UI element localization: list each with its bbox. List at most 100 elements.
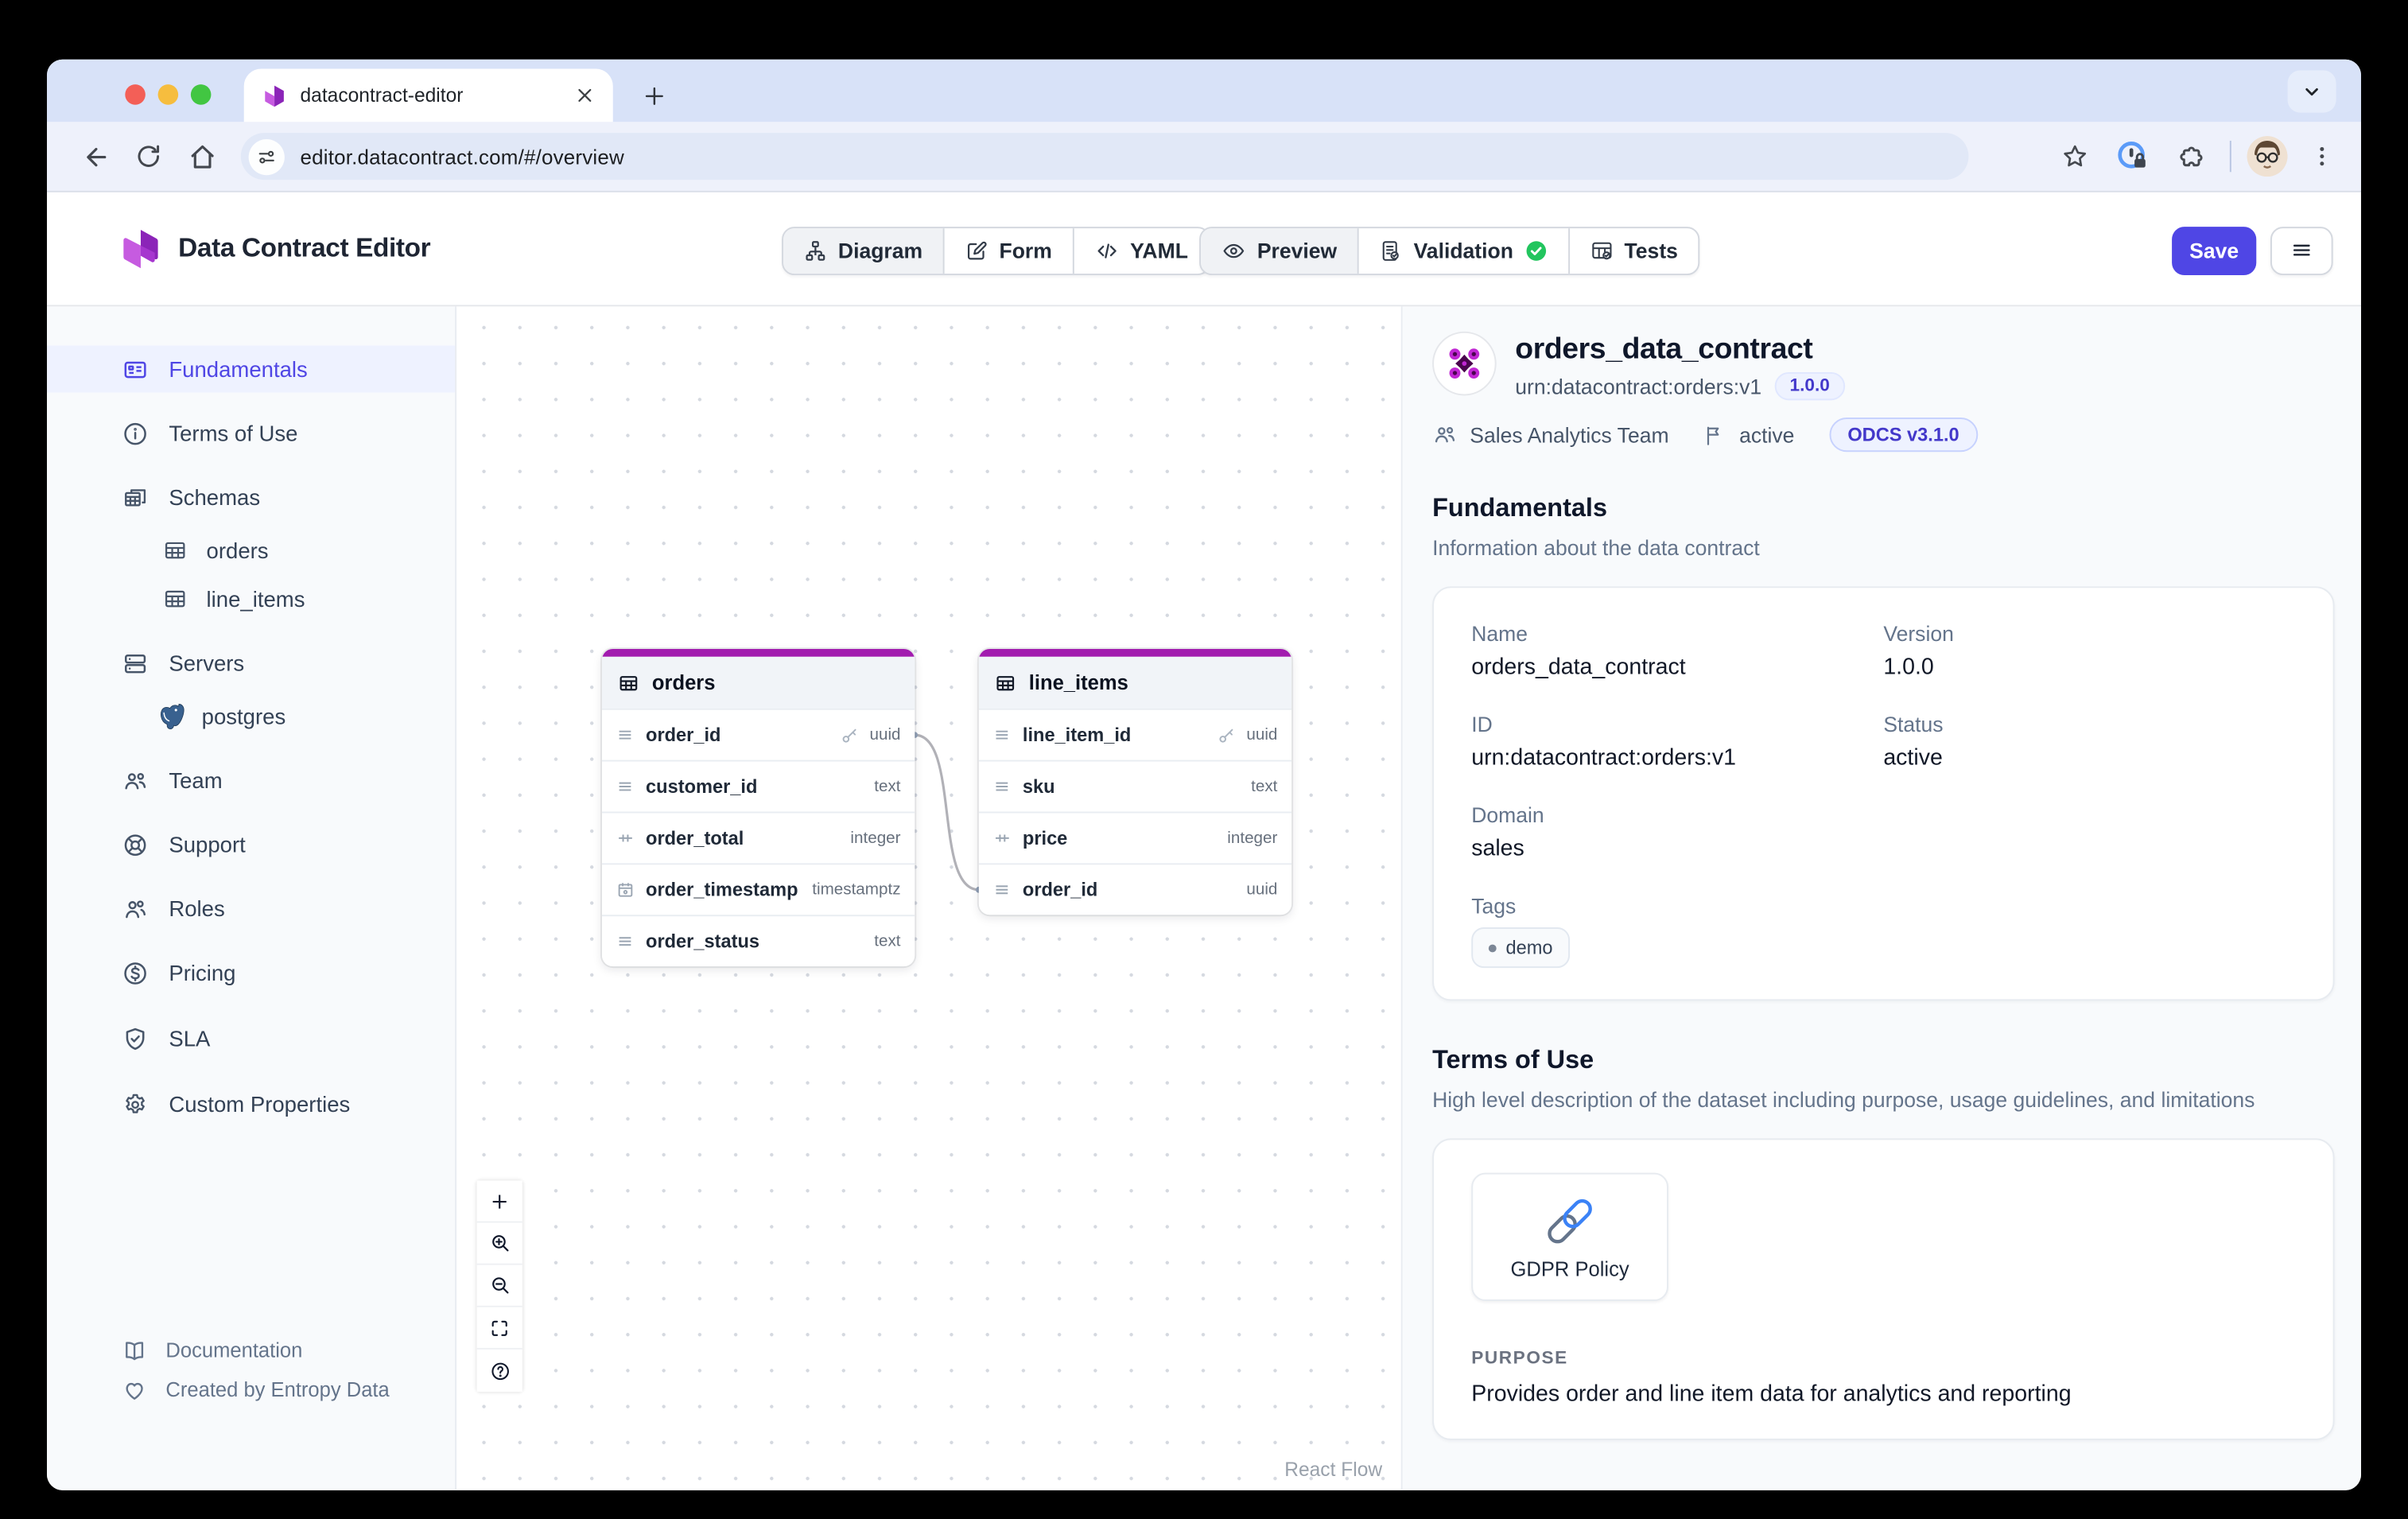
gdpr-policy-tile[interactable]: GDPR Policy: [1471, 1173, 1668, 1301]
odcs-badge: ODCS v3.1.0: [1829, 418, 1979, 452]
sidebar-item-roles[interactable]: Roles: [47, 885, 455, 932]
sidebar-item-schemas[interactable]: Schemas: [47, 474, 455, 521]
table-row[interactable]: line_item_id uuid: [979, 709, 1291, 760]
sidebar-item-support[interactable]: Support: [47, 821, 455, 868]
reactflow-attribution[interactable]: React Flow: [1284, 1459, 1382, 1481]
primary-key-icon: [840, 725, 860, 745]
browser-tab[interactable]: datacontract-editor: [244, 69, 613, 122]
sidebar-item-created-by[interactable]: Created by Entropy Data: [47, 1369, 455, 1408]
tab-form[interactable]: Form: [943, 227, 1073, 273]
home-button[interactable]: [175, 130, 228, 183]
validation-success-icon: [1524, 239, 1548, 262]
app-title: Data Contract Editor: [178, 233, 430, 264]
url-text[interactable]: editor.datacontract.com/#/overview: [301, 145, 624, 168]
name-value: orders_data_contract: [1471, 655, 1883, 680]
sidebar-item-servers[interactable]: Servers: [47, 639, 455, 686]
tab-yaml[interactable]: YAML: [1072, 227, 1208, 273]
text-field-icon: [616, 777, 635, 796]
app-menu-button[interactable]: [2270, 226, 2333, 274]
text-field-icon: [993, 880, 1012, 899]
purpose-text: Provides order and line item data for an…: [1471, 1382, 2295, 1407]
zoom-window-button[interactable]: [191, 84, 212, 104]
sidebar-item-team[interactable]: Team: [47, 757, 455, 804]
reload-button[interactable]: [122, 130, 175, 183]
table-row[interactable]: customer_id text: [602, 760, 915, 812]
close-window-button[interactable]: [125, 84, 146, 104]
node-header[interactable]: line_items: [979, 657, 1291, 709]
table-row[interactable]: order_timestamp timestamptz: [602, 863, 915, 915]
tab-title: datacontract-editor: [301, 84, 576, 107]
add-button[interactable]: [477, 1181, 522, 1223]
detail-panel: orders_data_contract urn:datacontract:or…: [1403, 306, 2361, 1490]
domain-label: Domain: [1471, 804, 1883, 827]
shield-check-icon: [122, 1025, 148, 1051]
lifebuoy-icon: [122, 831, 148, 857]
domain-value: sales: [1471, 837, 1883, 861]
tests-table-icon: [1590, 239, 1613, 262]
sidebar-item-line-items[interactable]: line_items: [47, 576, 455, 623]
team-users-icon: [122, 767, 148, 793]
info-icon: [122, 420, 148, 446]
schemas-icon: [122, 484, 148, 511]
tab-tests[interactable]: Tests: [1568, 227, 1699, 273]
node-line-items[interactable]: line_items line_item_id uuid sku text pr…: [979, 649, 1291, 915]
tab-preview[interactable]: Preview: [1201, 227, 1357, 273]
node-header[interactable]: orders: [602, 657, 915, 709]
site-settings-icon[interactable]: [249, 138, 285, 174]
tab-validation[interactable]: Validation: [1357, 227, 1568, 273]
table-row[interactable]: sku text: [979, 760, 1291, 812]
fit-view-button[interactable]: [477, 1307, 522, 1350]
app-header: Data Contract Editor Diagram Form YAML P…: [47, 192, 2361, 307]
table-row[interactable]: order_id uuid: [979, 863, 1291, 915]
purpose-label: PURPOSE: [1471, 1350, 2295, 1369]
diagram-icon: [804, 239, 827, 262]
form-edit-icon: [965, 239, 988, 262]
help-button[interactable]: [477, 1350, 522, 1392]
node-orders[interactable]: orders order_id uuid customer_id text or…: [602, 649, 915, 966]
table-icon: [618, 671, 640, 693]
sidebar-item-postgres[interactable]: postgres: [47, 693, 455, 740]
table-row[interactable]: order_status text: [602, 915, 915, 966]
text-field-icon: [616, 932, 635, 951]
tab-search-chevron-button[interactable]: [2288, 70, 2336, 112]
tab-close-icon[interactable]: [576, 86, 595, 105]
sidebar-item-documentation[interactable]: Documentation: [47, 1331, 455, 1369]
tab-strip: datacontract-editor: [47, 60, 2361, 122]
url-bar[interactable]: editor.datacontract.com/#/overview: [241, 133, 1969, 180]
hamburger-icon: [2290, 239, 2314, 262]
sidebar-item-custom-properties[interactable]: Custom Properties: [47, 1081, 455, 1128]
brand: Data Contract Editor: [118, 224, 430, 273]
version-label: Version: [1883, 623, 2295, 646]
zoom-in-button[interactable]: [477, 1223, 522, 1265]
sidebar-item-pricing[interactable]: Pricing: [47, 950, 455, 996]
table-row[interactable]: order_total integer: [602, 811, 915, 863]
diagram-canvas[interactable]: orders order_id uuid customer_id text or…: [456, 306, 1403, 1490]
back-button[interactable]: [69, 130, 122, 183]
check-switcher: Preview Validation Tests: [1199, 226, 1699, 274]
browser-toolbar: editor.datacontract.com/#/overview: [47, 122, 2361, 192]
tags-label: Tags: [1471, 895, 2295, 918]
zoom-out-button[interactable]: [477, 1265, 522, 1307]
sidebar-item-orders[interactable]: orders: [47, 527, 455, 574]
sidebar-item-terms-of-use[interactable]: Terms of Use: [47, 410, 455, 456]
sidebar-item-sla[interactable]: SLA: [47, 1015, 455, 1062]
table-row[interactable]: order_id uuid: [602, 709, 915, 760]
new-tab-button[interactable]: [631, 73, 675, 117]
sidebar-item-fundamentals[interactable]: Fundamentals: [47, 346, 455, 393]
minimize-window-button[interactable]: [158, 84, 179, 104]
password-manager-icon[interactable]: [2109, 133, 2156, 180]
number-field-icon: [993, 829, 1012, 848]
extensions-puzzle-icon[interactable]: [2167, 133, 2214, 180]
table-row[interactable]: price integer: [979, 811, 1291, 863]
browser-menu-kebab-icon[interactable]: [2298, 133, 2345, 180]
tag-chip[interactable]: demo: [1471, 927, 1570, 968]
profile-avatar[interactable]: [2247, 136, 2287, 177]
browser-window: datacontract-editor editor.datacontract.…: [47, 60, 2361, 1490]
section-heading-terms: Terms of Use: [1432, 1046, 2335, 1075]
terms-card: GDPR Policy PURPOSE Provides order and l…: [1432, 1138, 2335, 1439]
bookmark-star-icon[interactable]: [2052, 133, 2099, 180]
tab-diagram[interactable]: Diagram: [783, 227, 943, 273]
fundamentals-card: Name orders_data_contract Version 1.0.0 …: [1432, 586, 2335, 1000]
save-button[interactable]: Save: [2172, 226, 2256, 274]
table-icon: [995, 671, 1017, 693]
